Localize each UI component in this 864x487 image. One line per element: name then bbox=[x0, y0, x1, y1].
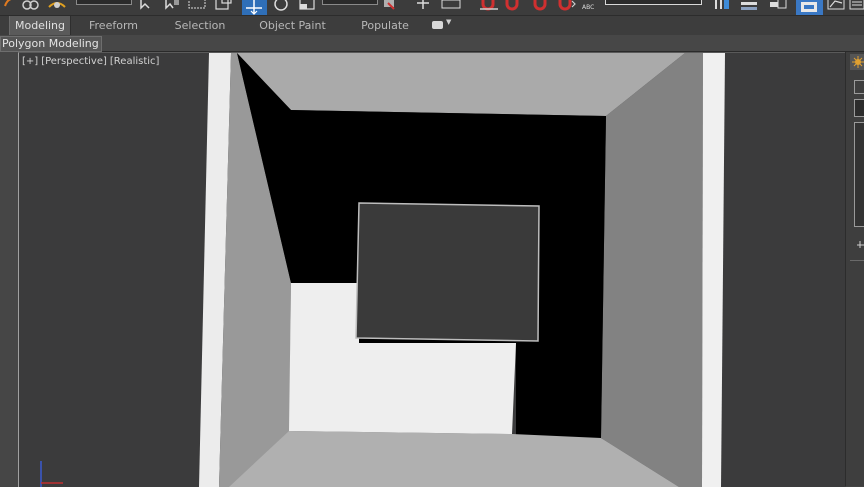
tab-object-paint[interactable]: Object Paint bbox=[254, 16, 331, 35]
toggle-layer-explorer-button[interactable] bbox=[796, 0, 823, 15]
ceiling[interactable] bbox=[237, 53, 685, 116]
named-selection-sets-field[interactable] bbox=[605, 0, 702, 5]
modifier-stack[interactable] bbox=[854, 122, 864, 227]
select-by-name-icon[interactable] bbox=[163, 0, 181, 12]
wall-right-light-strip[interactable] bbox=[702, 53, 725, 487]
abc-label: ABC bbox=[582, 4, 595, 11]
ribbon-options-chevron-down-icon[interactable]: ▼ bbox=[446, 18, 451, 26]
select-scale-icon[interactable] bbox=[297, 0, 319, 12]
selection-filter-dropdown[interactable] bbox=[76, 0, 132, 5]
tab-selection[interactable]: Selection bbox=[168, 16, 232, 35]
viewport-shading-label[interactable]: [Realistic] bbox=[110, 56, 160, 67]
viewport-view-label[interactable]: [Perspective] bbox=[41, 56, 107, 67]
move-icon bbox=[246, 0, 262, 15]
reference-coordinate-dropdown[interactable] bbox=[322, 0, 378, 5]
toggle-scene-explorer-icon[interactable] bbox=[766, 0, 790, 12]
create-tab[interactable] bbox=[850, 54, 864, 70]
keyboard-shortcut-icon[interactable] bbox=[440, 0, 464, 12]
window-crossing-icon[interactable] bbox=[213, 0, 233, 12]
tab-modeling[interactable]: Modeling bbox=[9, 16, 71, 35]
percent-snap-icon[interactable] bbox=[530, 0, 550, 12]
bind-spacewarp-icon[interactable] bbox=[46, 0, 68, 12]
spinner-snap-icon[interactable] bbox=[555, 0, 577, 12]
sun-icon bbox=[852, 56, 864, 68]
left-edge-strip bbox=[0, 52, 18, 486]
viewport-label[interactable]: [+] [Perspective] [Realistic] bbox=[22, 56, 162, 67]
modifier-list-dropdown[interactable] bbox=[854, 99, 864, 117]
layer-explorer-icon bbox=[801, 2, 817, 12]
mirror-icon[interactable] bbox=[710, 0, 732, 12]
curve-editor-icon[interactable] bbox=[826, 0, 846, 12]
tab-populate[interactable]: Populate bbox=[356, 16, 414, 35]
tab-freeform[interactable]: Freeform bbox=[82, 16, 145, 35]
panel-divider bbox=[850, 260, 864, 261]
edit-named-selection-button[interactable]: ABC bbox=[582, 0, 598, 15]
snaps-toggle-icon[interactable] bbox=[478, 0, 500, 12]
viewport-menu-label[interactable]: [+] bbox=[22, 56, 38, 67]
viewport-scene[interactable] bbox=[19, 53, 846, 487]
select-move-button[interactable] bbox=[242, 0, 267, 15]
polygon-modeling-panel-label[interactable]: Polygon Modeling bbox=[0, 36, 102, 52]
pin-stack-icon[interactable] bbox=[855, 234, 864, 248]
perspective-viewport[interactable]: [+] [Perspective] [Realistic] bbox=[18, 52, 846, 487]
angle-snap-icon[interactable] bbox=[502, 0, 522, 12]
center-plane-object[interactable] bbox=[355, 202, 540, 342]
select-object-icon[interactable] bbox=[137, 0, 153, 12]
ribbon-options-icon[interactable] bbox=[432, 21, 443, 29]
align-icon[interactable] bbox=[738, 0, 760, 12]
use-pivot-center-icon[interactable] bbox=[380, 0, 400, 12]
object-name-field[interactable] bbox=[854, 80, 864, 94]
select-rotate-icon[interactable] bbox=[271, 0, 291, 12]
command-panel bbox=[845, 52, 864, 486]
rectangular-selection-icon[interactable] bbox=[187, 0, 207, 12]
wall-right[interactable] bbox=[601, 53, 703, 487]
select-manipulate-icon[interactable] bbox=[412, 0, 434, 12]
undo-icon[interactable] bbox=[2, 0, 20, 12]
schematic-view-icon[interactable] bbox=[848, 0, 864, 12]
main-toolbar: ABC bbox=[0, 0, 864, 16]
select-link-icon[interactable] bbox=[20, 0, 40, 12]
ribbon-panel: Polygon Modeling bbox=[0, 35, 864, 52]
